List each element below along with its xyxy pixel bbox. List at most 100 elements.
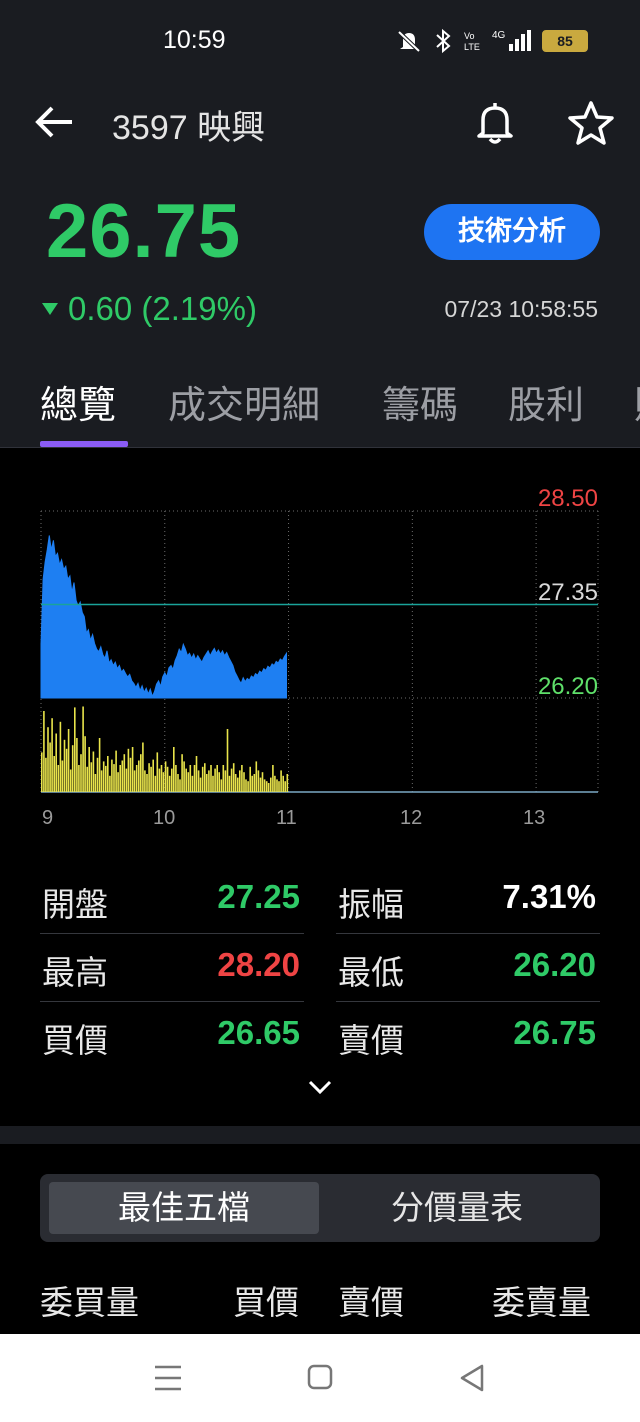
tab-overview[interactable]: 總覽	[40, 374, 116, 429]
volume-bar	[255, 761, 258, 792]
volume-bar	[67, 729, 70, 792]
volume-bar	[224, 770, 227, 792]
volume-bar	[210, 765, 212, 792]
volume-bar	[222, 765, 225, 792]
volume-bar	[226, 729, 229, 792]
segment-price-volume[interactable]: 分價量表	[322, 1182, 592, 1234]
volume-bar	[251, 775, 253, 792]
volume-bar	[123, 754, 126, 792]
volume-bar	[189, 765, 192, 792]
volume-bar	[193, 765, 196, 792]
volume-bar	[237, 777, 239, 792]
volume-bar	[280, 770, 282, 792]
stats-row: 買價 26.65 賣價 26.75	[40, 1002, 600, 1070]
stat-label: 振幅	[338, 885, 404, 924]
status-bar: 10:59 Vo LTE 4G 85	[0, 0, 640, 84]
volume-bar	[94, 774, 97, 792]
volume-bar	[158, 768, 161, 792]
volume-bar	[162, 772, 165, 792]
back-nav-button[interactable]	[452, 1362, 492, 1394]
volume-bar	[90, 762, 93, 792]
segment-best-five[interactable]: 最佳五檔	[49, 1182, 319, 1234]
volume-bar	[144, 770, 146, 792]
volume-bar	[109, 775, 111, 792]
volume-bar	[43, 711, 45, 792]
volume-bar	[140, 754, 142, 792]
stat-value: 26.20	[513, 946, 596, 983]
order-book-header: 委買量 買價 賣價 委賣量	[40, 1276, 600, 1322]
favorite-button[interactable]	[566, 98, 616, 148]
stat-label: 賣價	[338, 1021, 404, 1060]
volume-bar	[74, 707, 76, 792]
status-time: 10:59	[163, 26, 226, 54]
star-icon	[568, 101, 614, 145]
stat-value: 26.65	[217, 1014, 300, 1051]
volume-bar	[199, 777, 202, 792]
volume-bar	[45, 757, 47, 792]
volume-bar	[59, 721, 62, 792]
y-label-low: 26.20	[538, 673, 598, 700]
volume-bar	[253, 774, 256, 792]
bluetooth-icon	[436, 28, 451, 54]
down-triangle-icon	[42, 303, 58, 315]
volume-bar	[160, 765, 163, 792]
volume-bar	[274, 775, 276, 792]
volume-bar	[82, 706, 84, 792]
volume-bar	[261, 772, 264, 792]
stats-row: 開盤 27.25 振幅 7.31%	[40, 866, 600, 934]
volume-bar	[265, 781, 268, 792]
volume-bar	[278, 781, 280, 792]
header-bid-volume: 委買量	[40, 1283, 139, 1322]
volume-bar	[98, 738, 101, 792]
stat-label: 最高	[42, 953, 108, 992]
volume-bar	[117, 772, 119, 792]
volume-bar	[216, 765, 218, 792]
technical-analysis-button[interactable]: 技術分析	[424, 204, 600, 260]
menu-icon	[155, 1365, 181, 1391]
volume-bar	[47, 727, 49, 792]
section-divider	[0, 1126, 640, 1144]
volume-bar	[100, 770, 103, 792]
volume-bar	[206, 774, 208, 792]
volume-bar	[49, 742, 51, 792]
home-button[interactable]	[300, 1362, 340, 1394]
volume-bar	[129, 757, 132, 792]
volume-bar	[133, 770, 136, 792]
volume-bar	[241, 765, 243, 792]
tab-dividend[interactable]: 股利	[508, 374, 584, 429]
intraday-chart: 28.50 27.35 26.20 9 10 11 12 13	[0, 448, 640, 850]
volume-bar	[105, 765, 107, 792]
volume-bar	[284, 781, 286, 792]
volume-bar	[247, 781, 249, 792]
volume-bar	[111, 759, 113, 792]
volume-bar	[150, 766, 152, 792]
tab-chips[interactable]: 籌碼	[382, 374, 458, 429]
volume-bar	[113, 764, 115, 792]
alert-button[interactable]	[470, 98, 520, 148]
volume-bar	[168, 775, 171, 792]
volume-bar	[142, 742, 144, 792]
volume-bar	[204, 763, 206, 792]
tab-financials[interactable]: 財	[634, 374, 640, 429]
chevron-down-icon	[308, 1080, 332, 1095]
tab-indicator	[40, 441, 128, 447]
volume-bar	[263, 779, 266, 792]
y-label-high: 28.50	[538, 485, 598, 512]
volume-bar	[78, 765, 80, 792]
volume-bar	[88, 747, 90, 792]
back-button[interactable]	[30, 102, 80, 142]
volume-bar	[55, 733, 57, 792]
stat-open: 開盤 27.25	[40, 866, 304, 934]
stats-table: 開盤 27.25 振幅 7.31% 最高 28.20 最低 26.20 買價 2…	[40, 866, 600, 1070]
stat-value: 26.75	[513, 1014, 596, 1051]
stat-ask: 賣價 26.75	[336, 1002, 600, 1070]
volume-bar	[249, 766, 251, 792]
expand-button[interactable]	[300, 1072, 340, 1104]
volume-bar	[220, 779, 223, 792]
volume-bar	[61, 760, 64, 792]
volume-bar	[127, 748, 130, 792]
volume-bar	[272, 765, 274, 792]
tab-trade-details[interactable]: 成交明細	[168, 374, 320, 429]
volume-bar	[212, 775, 214, 792]
recents-button[interactable]	[148, 1362, 188, 1394]
